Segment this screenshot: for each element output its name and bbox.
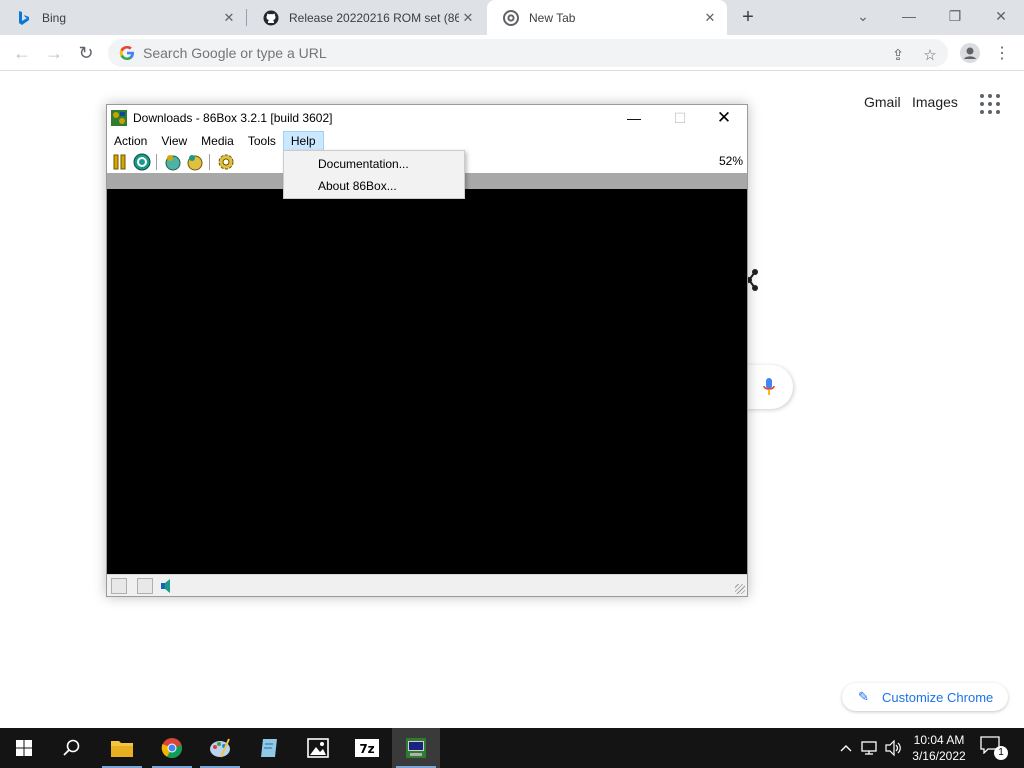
menu-help[interactable]: Help — [282, 131, 324, 151]
toolbar-separator — [209, 154, 210, 170]
notepad-icon[interactable] — [245, 728, 293, 768]
tab-title: New Tab — [529, 10, 576, 25]
notification-count-badge: 1 — [994, 746, 1008, 760]
omnibox[interactable]: ⇪ ☆ — [108, 39, 948, 67]
chrome-icon — [503, 9, 519, 26]
minimize-icon[interactable]: — — [611, 105, 657, 131]
chrome-taskbar-icon[interactable] — [148, 728, 196, 768]
taskbar: 7z 10:04 AM 3/16/2022 1 — [0, 728, 1024, 768]
window-title: Downloads - 86Box 3.2.1 [build 3602] — [133, 111, 333, 125]
toolbar-separator — [156, 154, 157, 170]
volume-icon[interactable] — [884, 738, 904, 758]
settings-gear-icon[interactable] — [217, 153, 235, 171]
close-window-icon[interactable]: ✕ — [978, 0, 1024, 32]
close-icon[interactable]: ✕ — [220, 9, 238, 27]
menu-item-documentation[interactable]: Documentation... — [284, 153, 464, 175]
menu-tools[interactable]: Tools — [241, 131, 283, 151]
ctrl-alt-del-icon[interactable] — [164, 153, 182, 171]
search-icon[interactable] — [48, 728, 96, 768]
hard-reset-icon[interactable] — [133, 153, 151, 171]
action-center-icon[interactable]: 1 — [980, 736, 1008, 760]
clock-date: 3/16/2022 — [912, 749, 966, 763]
google-apps-icon[interactable] — [980, 94, 1000, 114]
profile-avatar[interactable] — [956, 39, 984, 67]
pencil-icon: ✎ — [858, 689, 869, 704]
menu-view[interactable]: View — [154, 131, 194, 151]
browser-toolbar: ← → ↻ ⇪ ☆ ⋮ — [0, 35, 1024, 71]
menu-media[interactable]: Media — [194, 131, 241, 151]
86box-icon — [111, 110, 127, 126]
close-icon[interactable]: ✕ — [701, 105, 747, 131]
new-tab-button[interactable]: + — [736, 6, 760, 30]
emulated-display[interactable] — [107, 189, 747, 574]
close-icon[interactable]: ✕ — [459, 9, 477, 27]
customize-label: Customize Chrome — [882, 689, 994, 705]
tab-title: Bing — [42, 10, 67, 25]
network-icon[interactable] — [860, 738, 880, 758]
menu-bar: Action View Media Tools Help — [107, 131, 747, 151]
clock-time: 10:04 AM — [913, 733, 965, 747]
start-icon[interactable] — [0, 728, 48, 768]
reload-icon[interactable]: ↻ — [72, 39, 100, 67]
minimize-icon[interactable]: — — [886, 0, 932, 32]
floppy-drive-icon[interactable] — [111, 577, 127, 594]
pause-icon[interactable] — [111, 153, 129, 171]
cdrom-drive-icon[interactable] — [137, 577, 153, 594]
gmail-link[interactable]: Gmail — [864, 94, 901, 110]
7zip-icon[interactable]: 7z — [343, 728, 391, 768]
emulator-titlebar[interactable]: Downloads - 86Box 3.2.1 [build 3602] — ☐… — [107, 105, 747, 131]
google-icon — [119, 45, 135, 61]
github-icon — [263, 10, 279, 26]
status-bar — [107, 574, 747, 596]
bookmark-star-icon[interactable]: ☆ — [920, 45, 940, 65]
menu-item-about[interactable]: About 86Box... — [284, 175, 464, 197]
address-input[interactable] — [143, 45, 843, 61]
show-hidden-icons-chevron-up-icon[interactable] — [836, 738, 856, 758]
kebab-menu-icon[interactable]: ⋮ — [988, 39, 1016, 67]
forward-icon[interactable]: → — [40, 39, 68, 67]
resize-grip[interactable] — [735, 584, 745, 594]
sound-icon[interactable] — [159, 578, 175, 594]
share-icon[interactable]: ⇪ — [888, 45, 908, 65]
svg-text:7z: 7z — [359, 742, 374, 756]
mic-icon — [763, 378, 775, 395]
voice-search-button[interactable] — [745, 365, 793, 409]
system-clock[interactable]: 10:04 AM 3/16/2022 — [907, 732, 971, 764]
restore-icon[interactable]: ❐ — [932, 0, 978, 32]
tab-search-icon[interactable]: ⌄ — [840, 0, 886, 32]
bing-icon — [16, 10, 32, 26]
paint-icon[interactable] — [196, 728, 244, 768]
tab-title: Release 20220216 ROM set (86Box — [289, 10, 459, 25]
photos-icon[interactable] — [294, 728, 342, 768]
86box-taskbar-icon[interactable] — [392, 728, 440, 768]
ctrl-alt-esc-icon[interactable] — [186, 153, 204, 171]
tab-new-tab[interactable]: New Tab ✕ — [487, 0, 727, 35]
customize-chrome-button[interactable]: ✎ Customize Chrome — [842, 683, 1008, 711]
emulation-speed: 52% — [718, 154, 743, 168]
help-menu-dropdown: Documentation... About 86Box... — [283, 150, 465, 199]
tab-github[interactable]: Release 20220216 ROM set (86Box ✕ — [247, 0, 485, 35]
maximize-icon: ☐ — [673, 109, 687, 126]
menu-action[interactable]: Action — [107, 131, 154, 151]
close-icon[interactable]: ✕ — [701, 9, 719, 27]
images-link[interactable]: Images — [912, 94, 958, 110]
file-explorer-icon[interactable] — [98, 728, 146, 768]
tab-bing[interactable]: Bing ✕ — [0, 0, 246, 35]
tab-strip: Bing ✕ Release 20220216 ROM set (86Box ✕… — [0, 0, 1024, 35]
back-icon[interactable]: ← — [8, 39, 36, 67]
